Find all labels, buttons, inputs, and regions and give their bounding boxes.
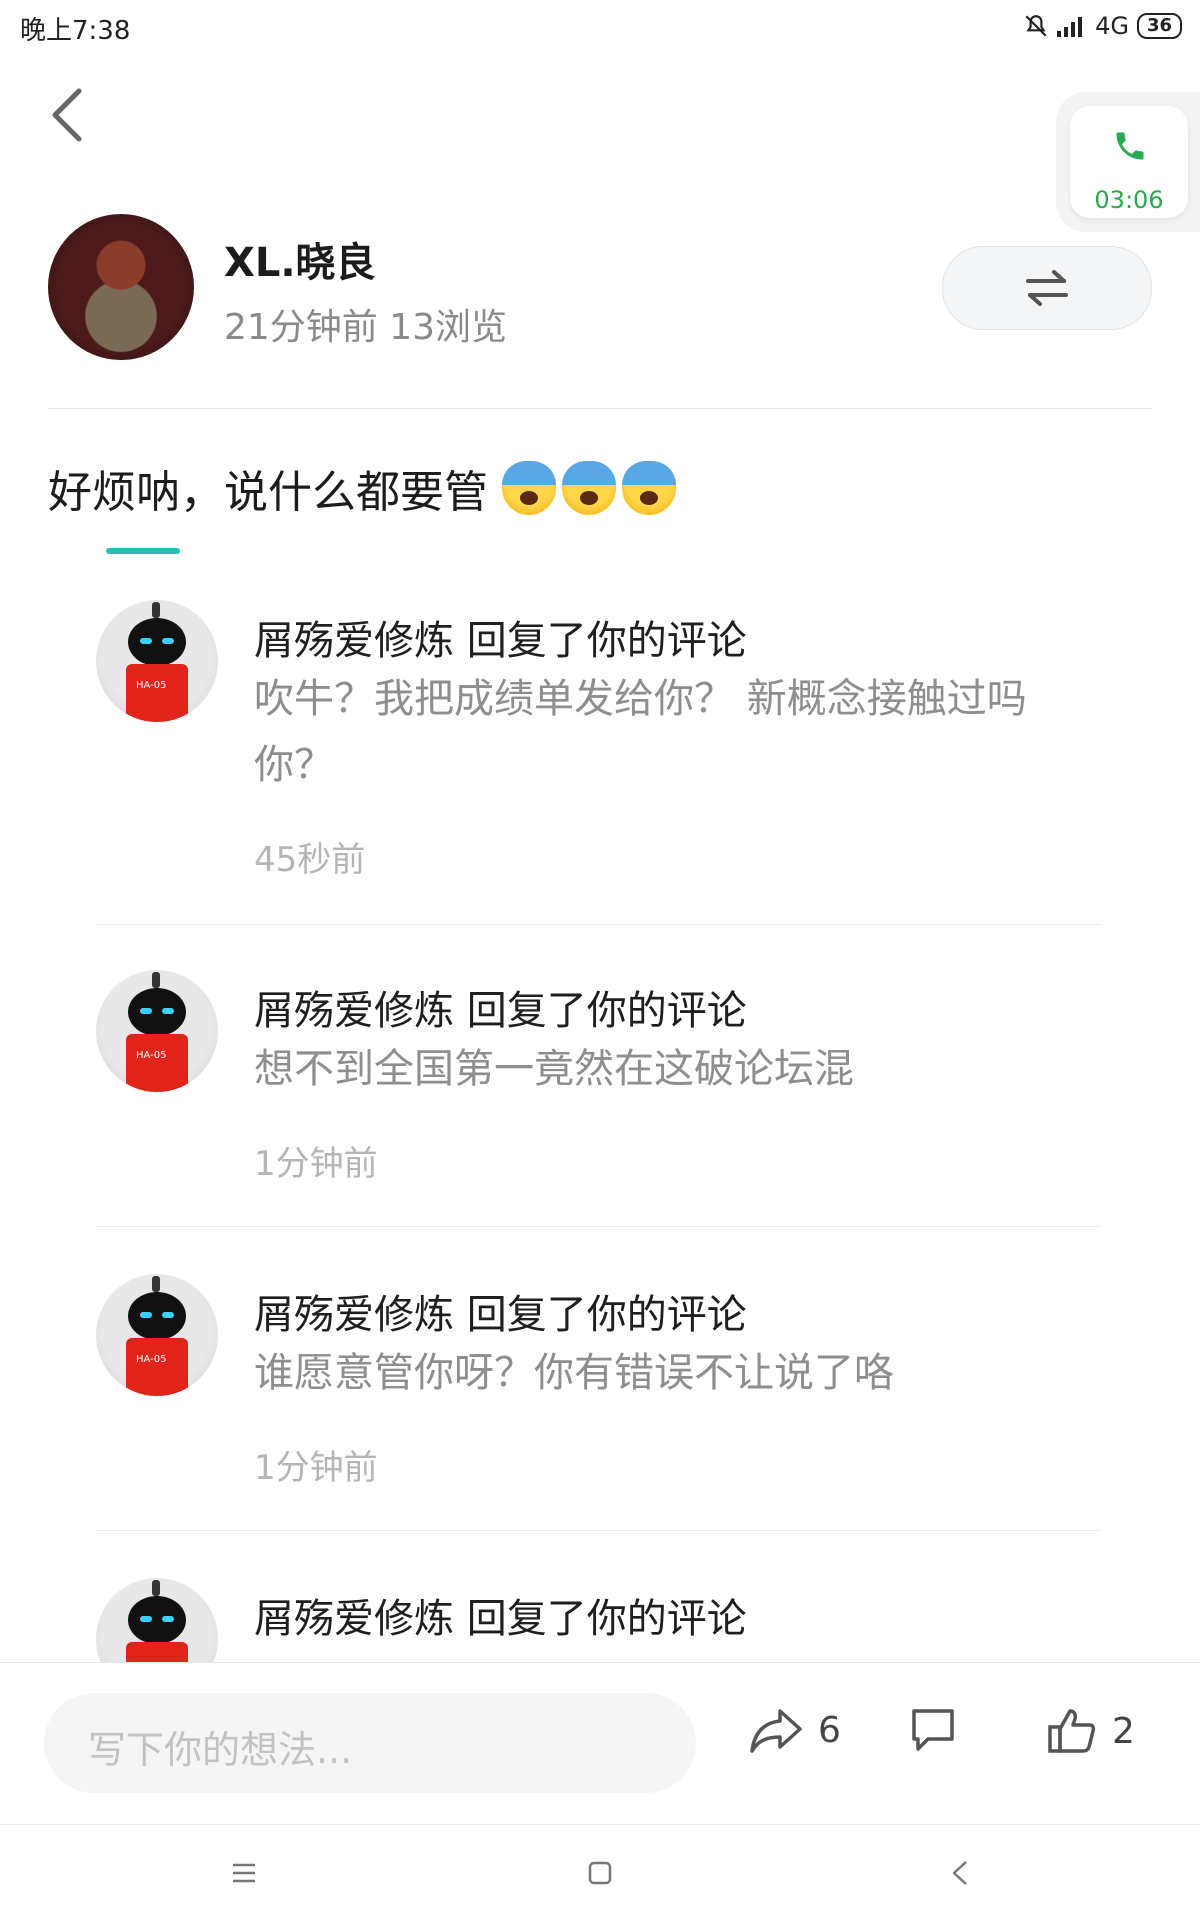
robot-head: [128, 1596, 186, 1644]
robot-body: HA-05: [126, 1338, 188, 1396]
robot-head: [128, 1292, 186, 1340]
robot-body: HA-05: [126, 1034, 188, 1092]
nav-menu-button[interactable]: [214, 1851, 274, 1895]
commenter-avatar[interactable]: HA-05: [96, 1274, 218, 1396]
status-indicators: 4G 36: [1023, 10, 1182, 42]
comment-divider: [96, 924, 1102, 925]
comment-bubble-icon: [912, 1709, 954, 1751]
anxious-sweat-emoji-icon: [502, 461, 556, 515]
post-title-text: 好烦呐，说什么都要管: [48, 467, 488, 518]
comment-title: 屑殇爱修炼 回复了你的评论: [254, 618, 747, 664]
share-button[interactable]: 6: [748, 1705, 841, 1755]
call-timer: 03:06: [1094, 186, 1164, 214]
share-count: 6: [818, 1709, 841, 1751]
comment-title: 屑殇爱修炼 回复了你的评论: [254, 988, 747, 1034]
comment-body: 想不到全国第一竟然在这破论坛混: [254, 1046, 854, 1092]
tab-indicator: [106, 548, 180, 554]
signal-icon: [1057, 17, 1083, 37]
anxious-sweat-emoji-icon: [622, 461, 676, 515]
robot-sprout: [152, 972, 160, 988]
share-arrow-icon: [750, 1709, 802, 1753]
post-title: 好烦呐，说什么都要管: [48, 456, 676, 520]
comment-item[interactable]: 屑殇爱修炼 回复了你的评论: [0, 1578, 1200, 1662]
nav-back-button[interactable]: [930, 1851, 990, 1895]
status-time: 晚上7:38: [20, 16, 131, 46]
robot-body: [126, 1642, 188, 1662]
bottom-action-bar: 写下你的想法... 6 2: [0, 1662, 1200, 1825]
comment-time: 1分钟前: [254, 1448, 378, 1488]
call-floating-window[interactable]: 03:06: [1056, 92, 1200, 232]
comment-time: 45秒前: [254, 840, 366, 880]
triangle-back-icon: [952, 1861, 967, 1885]
battery-icon: 36: [1136, 13, 1182, 39]
network-type: 4G: [1095, 12, 1129, 40]
switch-button[interactable]: [942, 246, 1152, 330]
robot-body: HA-05: [126, 664, 188, 722]
call-card[interactable]: 03:06: [1070, 106, 1188, 218]
nav-home-button[interactable]: [570, 1851, 630, 1895]
back-button[interactable]: [40, 82, 92, 148]
comment-divider: [96, 1530, 1102, 1531]
robot-sprout: [152, 602, 160, 618]
like-count: 2: [1112, 1710, 1135, 1752]
thumbs-up-icon: [1048, 1709, 1096, 1753]
menu-icon: [233, 1863, 255, 1883]
mute-bell-icon: [1025, 15, 1047, 37]
swap-arrows-icon: [1026, 270, 1068, 306]
phone-icon: [1116, 132, 1144, 160]
commenter-avatar[interactable]: [96, 1578, 218, 1662]
comment-input-placeholder: 写下你的想法...: [88, 1728, 353, 1772]
robot-head: [128, 618, 186, 666]
anxious-sweat-emoji-icon: [562, 461, 616, 515]
comment-button[interactable]: [908, 1705, 958, 1755]
robot-sprout: [152, 1276, 160, 1292]
author-name[interactable]: XL.晓良: [224, 230, 376, 288]
comment-body: 谁愿意管你呀？你有错误不让说了咯: [254, 1350, 894, 1396]
square-home-icon: [588, 1861, 612, 1885]
comment-title: 屑殇爱修炼 回复了你的评论: [254, 1292, 747, 1338]
commenter-avatar[interactable]: HA-05: [96, 600, 218, 722]
comment-input[interactable]: 写下你的想法...: [44, 1693, 696, 1793]
comment-time: 1分钟前: [254, 1144, 378, 1184]
comment-body: 吹牛？我把成绩单发给你？ 新概念接触过吗你？: [254, 676, 1027, 788]
post-meta: 21分钟前 13浏览: [224, 307, 508, 348]
status-bar: 晚上7:38 4G 36: [0, 0, 1200, 52]
system-nav-bar: [0, 1824, 1200, 1921]
like-button[interactable]: 2: [1046, 1705, 1135, 1757]
author-avatar[interactable]: [48, 214, 194, 360]
header-divider: [48, 408, 1152, 409]
chevron-left-icon: [52, 88, 82, 142]
robot-head: [128, 988, 186, 1036]
comment-divider: [96, 1226, 1102, 1227]
robot-sprout: [152, 1580, 160, 1596]
comment-title: 屑殇爱修炼 回复了你的评论: [254, 1596, 747, 1642]
commenter-avatar[interactable]: HA-05: [96, 970, 218, 1092]
